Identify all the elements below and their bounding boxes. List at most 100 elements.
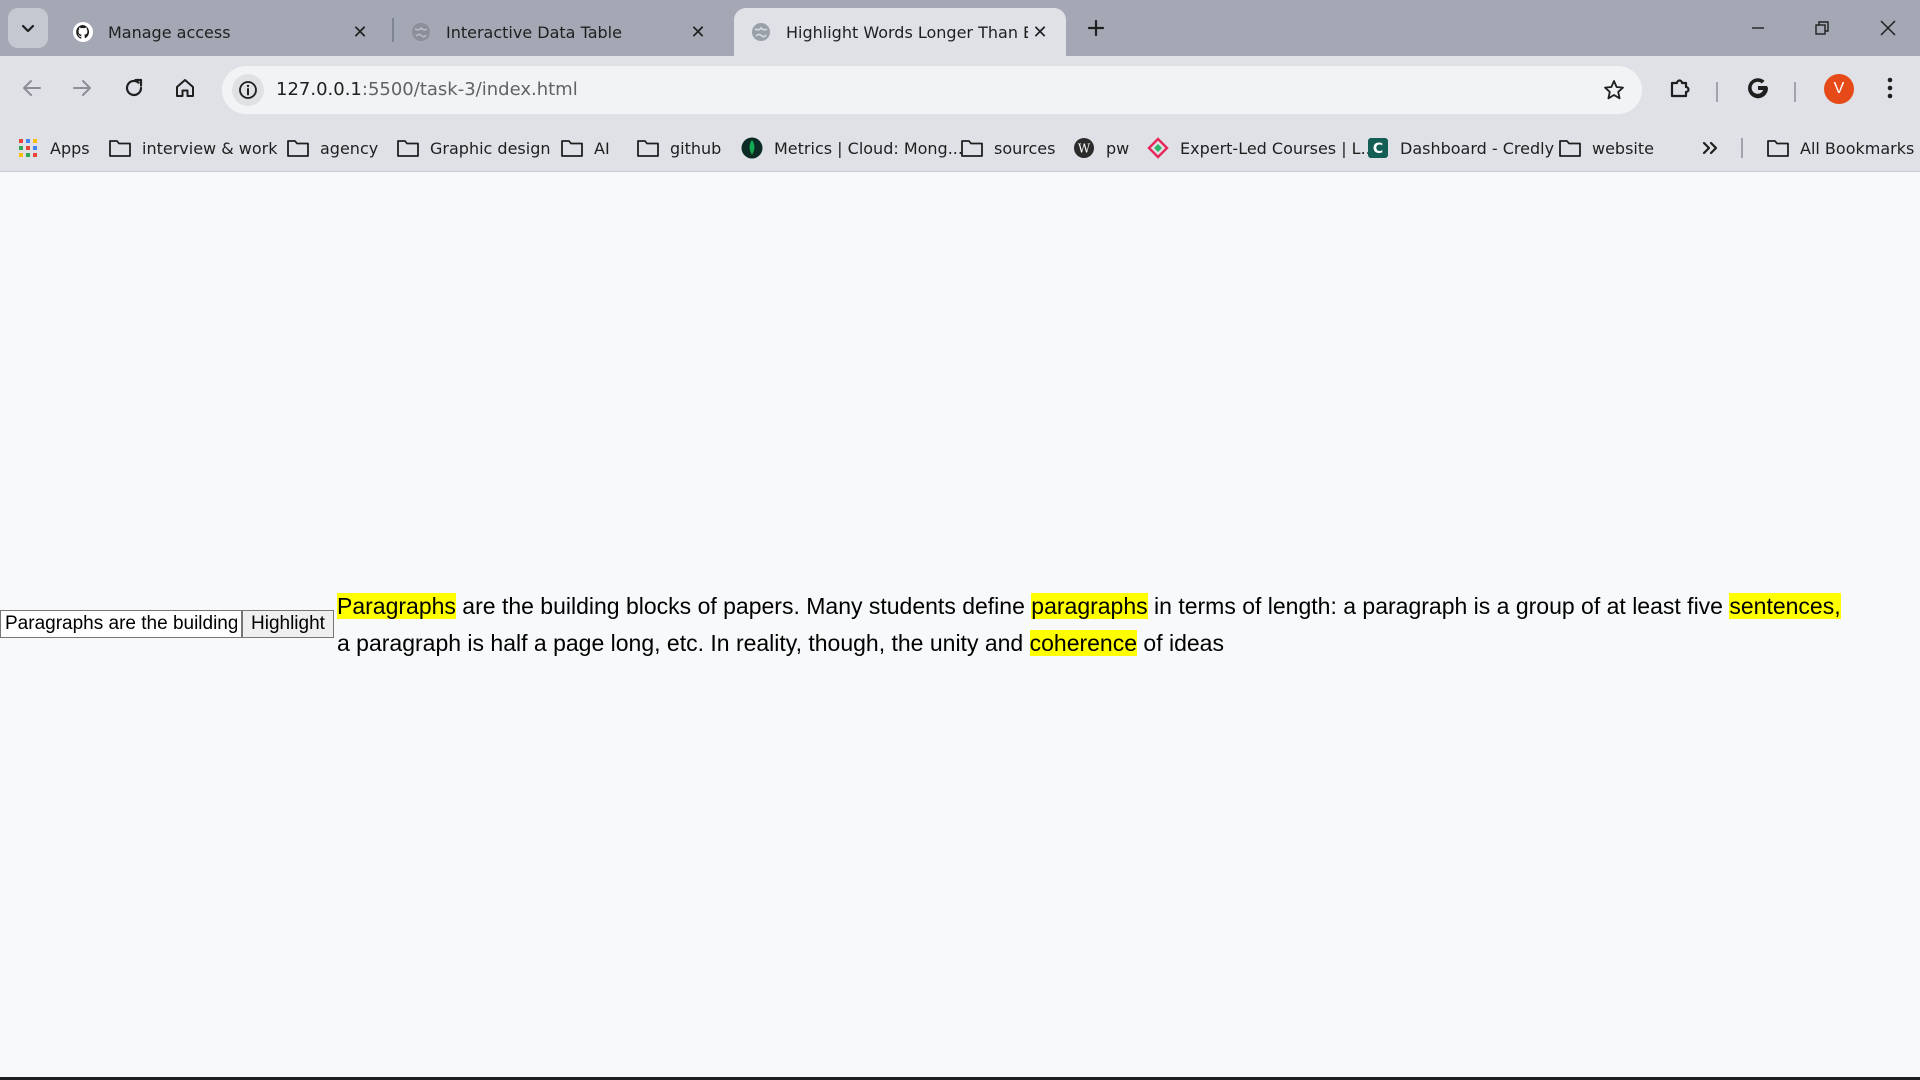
extensions-icon[interactable] xyxy=(1660,68,1700,108)
bookmark-folder-interview-work[interactable]: interview & work xyxy=(108,132,278,164)
tab-highlight-words[interactable]: Highlight Words Longer Than Eight ✕ xyxy=(734,8,1066,56)
apps-grid-icon xyxy=(16,136,40,160)
svg-text:C: C xyxy=(1373,141,1383,157)
bookmark-apps[interactable]: Apps xyxy=(16,132,90,164)
url-text[interactable]: 127.0.0.1:5500/task-3/index.html xyxy=(276,79,578,100)
minimize-button[interactable] xyxy=(1726,0,1790,56)
back-button[interactable] xyxy=(12,68,52,108)
bookmark-label: github xyxy=(670,138,722,158)
github-icon xyxy=(72,21,94,43)
bookmark-label: Metrics | Cloud: Mong... xyxy=(774,138,963,158)
bookmark-folder-website[interactable]: website xyxy=(1558,132,1654,164)
home-icon xyxy=(176,79,194,97)
bookmark-label: pw xyxy=(1106,138,1130,158)
home-button[interactable] xyxy=(165,68,205,108)
plain-text: in terms of length: a paragraph is a gro… xyxy=(1147,593,1730,619)
bookmark-label: Apps xyxy=(50,138,90,158)
bookmark-folder-sources[interactable]: sources xyxy=(960,132,1055,164)
new-tab-button[interactable] xyxy=(1080,12,1112,44)
bookmark-star-icon[interactable] xyxy=(1600,76,1628,104)
pluralsight-icon xyxy=(1146,136,1170,160)
reload-icon xyxy=(125,78,143,97)
bookmark-pw[interactable]: W pw xyxy=(1072,132,1129,164)
folder-icon xyxy=(108,136,132,160)
bookmark-label: website xyxy=(1592,138,1654,158)
wordpress-icon: W xyxy=(1072,136,1096,160)
bookmark-label: sources xyxy=(994,138,1056,158)
tab-strip: Manage access ✕ Interactive Data Table ✕… xyxy=(0,0,1920,56)
bookmark-folder-agency[interactable]: agency xyxy=(286,132,378,164)
plus-icon xyxy=(1087,19,1105,37)
avatar-letter: V xyxy=(1833,80,1845,97)
reload-button[interactable] xyxy=(114,68,154,108)
folder-icon xyxy=(636,136,660,160)
bookmark-label: agency xyxy=(320,138,379,158)
browser-window: Manage access ✕ Interactive Data Table ✕… xyxy=(0,0,1920,1080)
highlight-button[interactable]: Highlight xyxy=(242,610,334,638)
toolbar-divider xyxy=(1716,82,1718,102)
bookmark-all-bookmarks[interactable]: All Bookmarks xyxy=(1766,132,1914,164)
tab-search-button[interactable] xyxy=(8,8,48,48)
bookmarks-overflow-button[interactable] xyxy=(1698,132,1732,164)
plain-text: are the building blocks of papers. Many … xyxy=(455,593,1032,619)
bookmark-folder-graphic-design[interactable]: Graphic design xyxy=(396,132,550,164)
bookmark-folder-github[interactable]: github xyxy=(636,132,721,164)
google-icon[interactable] xyxy=(1738,68,1778,108)
minimize-icon xyxy=(1752,27,1764,29)
mongodb-icon xyxy=(740,136,764,160)
tab-interactive-data-table[interactable]: Interactive Data Table ✕ xyxy=(394,8,724,56)
close-window-button[interactable] xyxy=(1856,0,1920,56)
bookmark-label: Graphic design xyxy=(430,138,551,158)
close-icon[interactable]: ✕ xyxy=(1028,20,1052,44)
bookmark-dashboard-credly[interactable]: C Dashboard - Credly xyxy=(1366,132,1554,164)
bookmark-label: Dashboard - Credly xyxy=(1400,138,1555,158)
highlighted-word: sentences, xyxy=(1729,593,1841,619)
close-icon xyxy=(1880,20,1896,36)
chevron-down-icon xyxy=(21,24,35,33)
bookmark-label: All Bookmarks xyxy=(1800,138,1915,158)
profile-avatar[interactable]: V xyxy=(1824,74,1854,104)
folder-icon xyxy=(286,136,310,160)
highlight-controls: Highlight xyxy=(0,610,334,638)
double-chevron-right-icon xyxy=(1698,136,1722,160)
arrow-left-icon xyxy=(23,80,41,96)
url-host: 127.0.0.1 xyxy=(276,79,362,100)
bookmark-expert-led-courses[interactable]: Expert-Led Courses | L... xyxy=(1146,132,1376,164)
page-content: Highlight Paragraphs are the building bl… xyxy=(0,172,1920,1077)
bookmark-label: AI xyxy=(594,138,610,158)
highlighted-paragraph: Paragraphs are the building blocks of pa… xyxy=(337,588,1857,662)
svg-text:W: W xyxy=(1078,142,1091,156)
highlighted-word: coherence xyxy=(1029,630,1138,656)
bookmarks-divider xyxy=(1741,138,1743,158)
restore-icon xyxy=(1815,21,1829,35)
forward-button[interactable] xyxy=(62,68,102,108)
tab-title: Interactive Data Table xyxy=(446,22,622,42)
folder-icon xyxy=(960,136,984,160)
tab-manage-access[interactable]: Manage access ✕ xyxy=(56,8,386,56)
highlighted-word: paragraphs xyxy=(1031,593,1148,619)
folder-icon xyxy=(560,136,584,160)
browser-toolbar: 127.0.0.1:5500/task-3/index.html V xyxy=(0,56,1920,124)
tab-title: Manage access xyxy=(108,22,231,42)
address-bar[interactable]: 127.0.0.1:5500/task-3/index.html xyxy=(222,66,1642,114)
paragraph-input[interactable] xyxy=(0,610,242,638)
bookmark-folder-ai[interactable]: AI xyxy=(560,132,610,164)
bookmark-label: interview & work xyxy=(142,138,278,158)
close-icon[interactable]: ✕ xyxy=(686,20,710,44)
folder-icon xyxy=(396,136,420,160)
plain-text: of ideas xyxy=(1137,630,1224,656)
folder-icon xyxy=(1766,136,1790,160)
bookmarks-bar: Apps interview & work agency Graphic des… xyxy=(0,124,1920,172)
kebab-menu-icon[interactable] xyxy=(1870,68,1910,108)
folder-icon xyxy=(1558,136,1582,160)
toolbar-divider xyxy=(1794,82,1796,102)
url-path: :5500/task-3/index.html xyxy=(361,79,578,100)
credly-icon: C xyxy=(1366,136,1390,160)
bookmark-metrics-mongodb[interactable]: Metrics | Cloud: Mong... xyxy=(740,132,963,164)
tab-title: Highlight Words Longer Than Eight xyxy=(786,22,1028,42)
restore-button[interactable] xyxy=(1790,0,1854,56)
site-info-icon[interactable] xyxy=(232,74,264,106)
globe-icon xyxy=(750,21,772,43)
close-icon[interactable]: ✕ xyxy=(348,20,372,44)
bookmark-label: Expert-Led Courses | L... xyxy=(1180,138,1376,158)
